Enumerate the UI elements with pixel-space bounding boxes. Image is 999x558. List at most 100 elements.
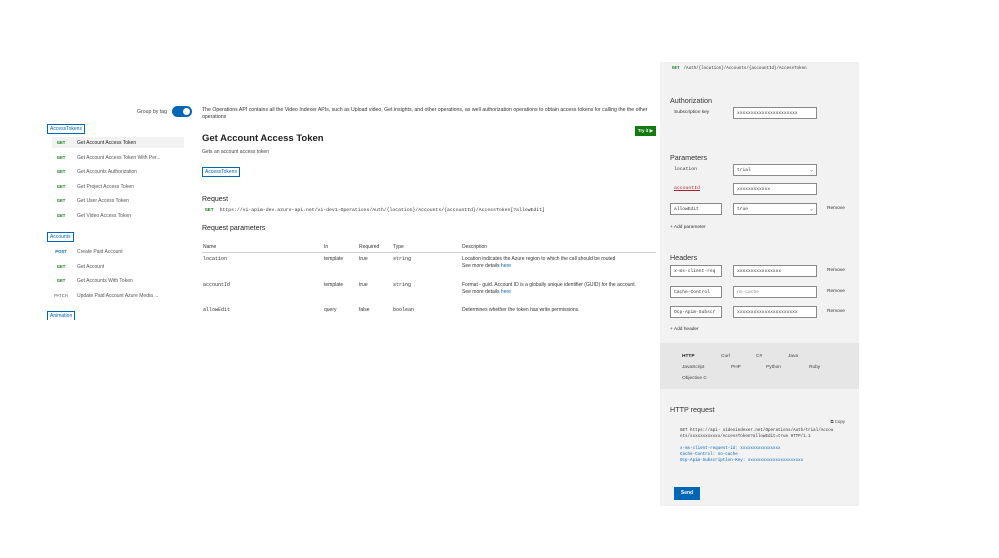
param-description: Location indicates the Azure region to w… (462, 256, 656, 269)
verb-badge: GET (56, 155, 66, 160)
allowEdit-name-input[interactable]: allowEdit (670, 203, 722, 215)
group-by-tag-row: Group by tag (137, 106, 192, 117)
group-by-tag-label: Group by tag (137, 108, 167, 115)
allowEdit-select[interactable]: true ⌄ (733, 203, 817, 215)
tab-curl[interactable]: Curl (721, 354, 730, 359)
sidebar-op-create-paid-account[interactable]: POST Create Paid Account (52, 246, 184, 257)
sidebar-op-get-account-access-token-with-per[interactable]: GET Get Account Access Token With Per... (52, 152, 184, 163)
op-name: Get Accounts Authorization (77, 168, 138, 175)
param-in: template (324, 282, 344, 288)
panel-request-path: /Auth/{location}/Accounts/{accountId}/Ac… (683, 67, 807, 71)
param-name: location (203, 256, 228, 262)
sidebar-op-get-account-access-token[interactable]: GET Get Account Access Token (52, 137, 184, 148)
sidebar-op-get-accounts-authorization[interactable]: GET Get Accounts Authorization (52, 166, 184, 177)
operation-title: Get Account Access Token (202, 133, 324, 144)
api-intro-text: The Operations API contains all the Vide… (202, 107, 648, 120)
tab-php[interactable]: PHP (731, 365, 741, 370)
verb-badge: GET (56, 278, 66, 283)
sidebar-op-update-paid-account-azure-media[interactable]: PATCH Update Paid Account Azure Media ... (52, 290, 184, 301)
op-name: Get Project Access Token (77, 183, 134, 190)
tab-objective-c[interactable]: Objective C (682, 376, 707, 381)
column-header: In (324, 244, 329, 250)
tab-python[interactable]: Python (766, 365, 781, 370)
header-value-input[interactable]: xxxxxxxxxxxxxxxx (733, 265, 817, 277)
sidebar-op-get-accounts-with-token[interactable]: GET Get Accounts With Token (52, 275, 184, 286)
sidebar-op-get-video-access-token[interactable]: GET Get Video Access Token (52, 210, 184, 221)
chevron-down-icon: ⌄ (809, 167, 813, 173)
http-header-line: Ocp-Apim-Subscription-Key: xxxxxxxxxxxxx… (680, 459, 804, 463)
location-selected-value: trial (737, 168, 751, 173)
panel-request-verb: GET (672, 67, 680, 71)
tag-accesstokens[interactable]: AccessTokens (47, 124, 85, 134)
column-header: Name (203, 244, 217, 250)
sidebar-op-get-project-access-token[interactable]: GET Get Project Access Token (52, 181, 184, 192)
authorization-heading: Authorization (670, 96, 712, 105)
try-it-button[interactable]: Try it ▶ (634, 126, 656, 136)
op-name: Get Account Access Token (77, 139, 137, 146)
see-more-link[interactable]: here (501, 289, 511, 295)
send-button[interactable]: Send (674, 487, 700, 500)
request-verb: GET (205, 208, 214, 213)
accountId-input[interactable]: xxxxxxxxxxxx (733, 183, 817, 195)
op-name: Get User Access Token (77, 197, 129, 204)
verb-badge: GET (56, 213, 66, 218)
subscription-key-input[interactable]: xxxxxxxxxxxxxxxxxxxxxx (733, 107, 817, 119)
header-name-input[interactable]: x-ms-client-req (670, 265, 722, 277)
request-parameters-heading: Request parameters (202, 225, 266, 232)
play-icon: ▶ (649, 128, 653, 133)
tab-java[interactable]: Java (788, 354, 798, 359)
http-request-preview: GET https://api- videoindexer.net/Operat… (680, 428, 856, 464)
try-it-label: Try it (637, 128, 649, 133)
op-name: Get Account Access Token With Per... (77, 154, 161, 161)
tag-accounts[interactable]: Accounts (47, 232, 74, 242)
tab-ruby[interactable]: Ruby (809, 365, 820, 370)
sidebar-op-get-user-access-token[interactable]: GET Get User Access Token (52, 195, 184, 206)
param-description: Format - guid. Account ID is a globally … (462, 282, 656, 295)
see-more-link[interactable]: here (501, 263, 511, 269)
param-name: allowEdit (203, 307, 231, 313)
operation-description: Gets an account access token (202, 149, 269, 155)
header-value-input[interactable]: xxxxxxxxxxxxxxxxxxxxxx (733, 306, 817, 318)
operation-tag[interactable]: AccessTokens (202, 167, 240, 177)
request-url-line: GET https://vi-apim-dev.azure-api.net/vi-… (205, 208, 545, 213)
param-type: string (393, 256, 412, 262)
copy-button[interactable]: ⧉ Copy (830, 419, 845, 424)
verb-badge: GET (56, 184, 66, 189)
request-heading: Request (202, 196, 229, 203)
op-name: Get Video Access Token (77, 212, 132, 219)
location-select[interactable]: trial ⌄ (733, 164, 817, 176)
column-header: Type (393, 244, 404, 250)
remove-allowEdit-button[interactable]: Remove (827, 206, 845, 211)
header-name-input[interactable]: Cache-Control (670, 286, 722, 298)
tag-animation[interactable]: Animation (47, 311, 76, 320)
sidebar-op-get-account[interactable]: GET Get Account (52, 261, 184, 272)
http-request-heading: HTTP request (670, 405, 715, 414)
remove-header-button[interactable]: Remove (827, 268, 845, 273)
add-header-button[interactable]: + Add header (670, 327, 699, 332)
tab-http[interactable]: HTTP (682, 354, 695, 359)
verb-badge: GET (56, 140, 66, 145)
language-tabs: HTTP Curl C# Java JavaScript PHP Python … (660, 343, 859, 389)
verb-badge: GET (56, 169, 66, 174)
header-name-input[interactable]: Ocp-Apim-Subscr (670, 306, 722, 318)
subscription-key-label: Subscription key (674, 110, 710, 115)
see-more-text: See more details (462, 262, 500, 269)
try-it-panel: GET/Auth/{location}/Accounts/{accountId}… (660, 62, 859, 506)
header-value-input[interactable]: no-cache (733, 286, 817, 298)
copy-label: Copy (834, 419, 845, 424)
panel-request-url: GET/Auth/{location}/Accounts/{accountId}… (672, 67, 807, 71)
remove-header-button[interactable]: Remove (827, 309, 845, 314)
headers-heading: Headers (670, 253, 698, 262)
operation-details: The Operations API contains all the Vide… (200, 104, 656, 324)
param-type: string (393, 282, 412, 288)
tab-csharp[interactable]: C# (756, 354, 762, 359)
remove-header-button[interactable]: Remove (827, 289, 845, 294)
group-by-tag-toggle[interactable] (172, 106, 192, 117)
operations-sidebar: Group by tag AccessTokens GET Get Account… (44, 104, 192, 320)
param-required: true (359, 256, 368, 262)
tab-javascript[interactable]: JavaScript (682, 365, 704, 370)
toggle-knob (183, 108, 190, 115)
op-name: Create Paid Account (77, 248, 123, 255)
verb-badge: GET (56, 198, 66, 203)
add-parameter-button[interactable]: + Add parameter (670, 225, 706, 230)
